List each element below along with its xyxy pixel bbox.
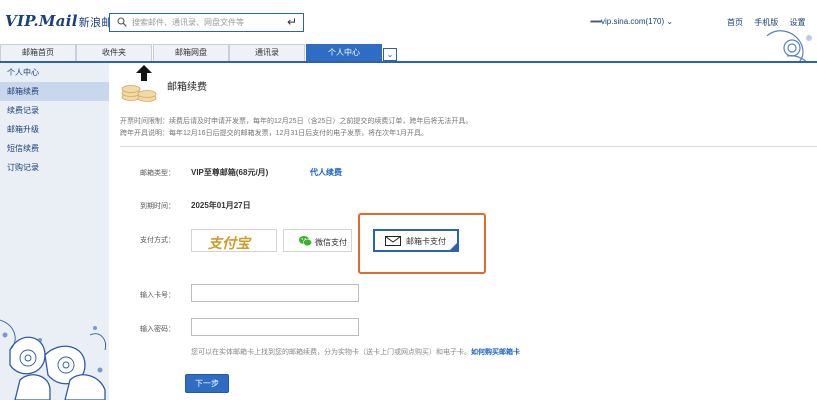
tab-netdisk[interactable]: 邮箱网盘 (153, 44, 229, 61)
link-home[interactable]: 首页 (727, 18, 743, 27)
wechat-pay-option[interactable]: 微信支付 (283, 229, 352, 252)
header: VIP.Mail新浪邮箱 ↵ ▪▪▪▪▪▪vip.sina.com(170) ⌄… (0, 0, 817, 92)
card-password-label: 输入密码： (140, 326, 175, 333)
tab-personal-center[interactable]: 个人中心 (306, 44, 382, 61)
chevron-down-icon: ⌄ (666, 17, 674, 26)
card-hint-text: 您可以在实体邮箱卡上找到您的邮箱续费，分为实物卡（送卡上门或网点购买）和电子卡。 (191, 349, 471, 356)
search-icon (117, 17, 127, 27)
sidebar-item-personal-center[interactable]: 个人中心 (0, 63, 109, 82)
tab-inbox[interactable]: 收件夹 (76, 44, 152, 61)
coins-icon (121, 85, 157, 102)
main-tabs: 邮箱首页 收件夹 邮箱网盘 通讯录 个人中心 ⌄ (0, 44, 817, 63)
expiry-label: 到期时间： (140, 203, 175, 210)
mailbox-type-value: VIP至尊邮箱(68元/月) (191, 168, 269, 177)
highlight-box (358, 213, 486, 274)
vip-mail-logo[interactable]: VIP.Mail新浪邮箱 (5, 12, 124, 30)
card-number-input[interactable] (191, 284, 359, 302)
expiry-value: 2025年01月27日 (191, 201, 251, 210)
logo-text: VIP.Mail (5, 12, 78, 30)
card-number-label: 输入卡号： (140, 292, 175, 299)
alipay-logo-text: 支付宝 (208, 236, 250, 252)
wechat-pay-label: 微信支付 (315, 238, 347, 247)
page-title: 邮箱续费 (167, 82, 207, 93)
sidebar-item-renewal[interactable]: 邮箱续费 (0, 82, 109, 101)
mailbox-type-label: 邮箱类型： (140, 170, 175, 177)
tabs-dropdown-icon[interactable]: ⌄ (383, 48, 397, 61)
payment-method-label: 支付方式： (140, 237, 175, 244)
main-content: 邮箱续费 开票时间限制：续费后请及时申请开发票，每年的12月25日（含25日）之… (109, 63, 817, 400)
notice-line-1: 开票时间限制：续费后请及时申请开发票，每年的12月25日（含25日）之前提交的续… (120, 118, 473, 125)
sidebar-item-upgrade[interactable]: 邮箱升级 (0, 120, 109, 139)
renew-for-others-link[interactable]: 代人续费 (310, 167, 342, 178)
wechat-icon (299, 236, 312, 247)
card-hint: 您可以在实体邮箱卡上找到您的邮箱续费，分为实物卡（送卡上门或网点购买）和电子卡。… (191, 347, 520, 357)
search-input[interactable] (132, 16, 280, 29)
divider (120, 146, 817, 147)
how-to-buy-card-link[interactable]: 如何购买邮箱卡 (471, 349, 520, 356)
masked-username: ▪▪▪▪▪▪ (590, 17, 602, 26)
blue-flower-decoration (0, 280, 109, 400)
search-box[interactable]: ↵ (109, 13, 304, 32)
user-account-text: vip.sina.com(170) (601, 17, 665, 26)
tab-contacts[interactable]: 通讯录 (229, 44, 305, 61)
enter-icon[interactable]: ↵ (287, 15, 297, 29)
notice-line-2: 跨年开具说明：每年12月16日后提交的邮箱发票，12月31日后支付的电子发票，将… (120, 130, 429, 137)
user-account-menu[interactable]: ▪▪▪▪▪▪vip.sina.com(170) ⌄ (590, 17, 673, 26)
tab-mail-home[interactable]: 邮箱首页 (0, 44, 76, 61)
sidebar-item-sms-renewal[interactable]: 短信续费 (0, 139, 109, 158)
sidebar: 个人中心 邮箱续费 续费记录 邮箱升级 短信续费 订购记录 (0, 63, 109, 400)
alipay-option[interactable]: 支付宝 (191, 229, 277, 252)
next-step-button[interactable]: 下一步 (185, 374, 229, 393)
sidebar-item-renewal-records[interactable]: 续费记录 (0, 101, 109, 120)
sidebar-item-order-records[interactable]: 订购记录 (0, 158, 109, 177)
invoice-notice: 开票时间限制：续费后请及时申请开发票，每年的12月25日（含25日）之前提交的续… (120, 116, 472, 140)
card-password-input[interactable] (191, 318, 359, 336)
